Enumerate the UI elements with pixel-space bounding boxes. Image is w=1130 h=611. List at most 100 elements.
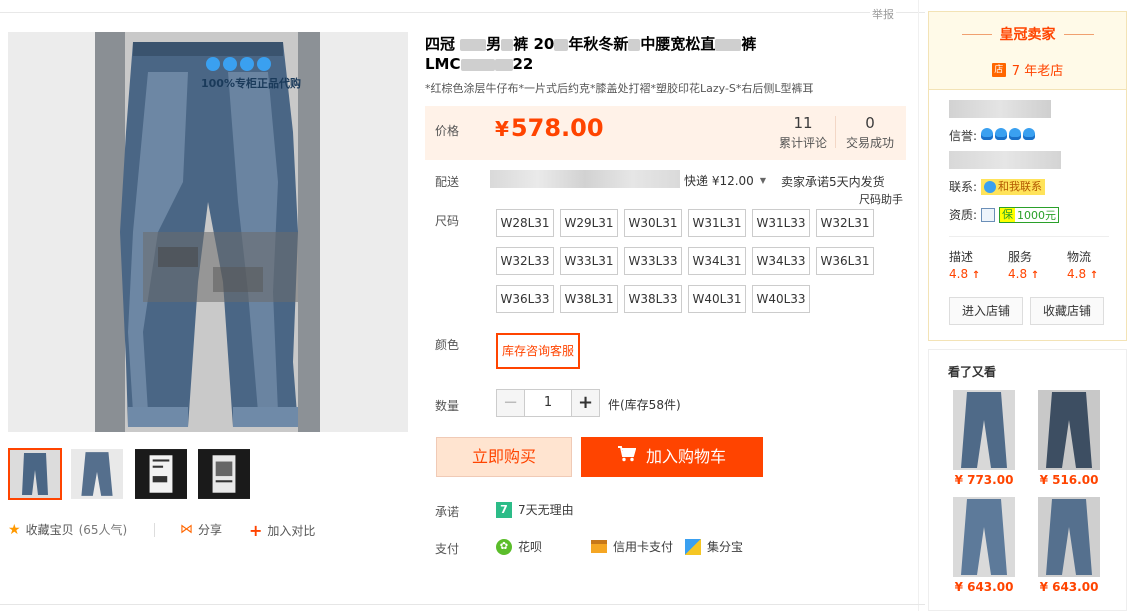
size-option-button[interactable]: W32L31 bbox=[816, 209, 874, 237]
payment-credit-card[interactable]: 信用卡支付 bbox=[591, 538, 673, 555]
license-icon[interactable] bbox=[981, 207, 996, 222]
size-option-button[interactable]: W29L31 bbox=[560, 209, 618, 237]
size-option-button[interactable]: W38L33 bbox=[624, 285, 682, 313]
deposit-icon: 保 bbox=[1000, 207, 1016, 222]
size-option-button[interactable]: W30L31 bbox=[624, 209, 682, 237]
stat-divider bbox=[835, 116, 836, 148]
color-label: 颜色 bbox=[435, 338, 460, 352]
credit-card-label: 信用卡支付 bbox=[613, 540, 674, 554]
report-link[interactable]: 举报 bbox=[870, 6, 896, 22]
seller-header: 皇冠卖家 店 7 年老店 bbox=[929, 12, 1126, 90]
size-option-button[interactable]: W34L33 bbox=[752, 247, 810, 275]
deposit-badge[interactable]: 保 1000元 bbox=[999, 206, 1060, 223]
size-option-button[interactable]: W33L33 bbox=[624, 247, 682, 275]
blurred-text bbox=[501, 38, 514, 51]
size-option-button[interactable]: W36L33 bbox=[496, 285, 554, 313]
main-product-image[interactable]: 100%专柜正品代购 bbox=[8, 32, 408, 432]
shop-icon: 店 bbox=[991, 62, 1006, 77]
service-number: 4.8 bbox=[1008, 267, 1028, 281]
crown-icon bbox=[981, 128, 1037, 143]
blurred-text bbox=[554, 38, 569, 51]
return-promise-text: 7天无理由 bbox=[518, 503, 574, 517]
desc-label: 描述 bbox=[949, 250, 974, 264]
thumbnail-3[interactable] bbox=[134, 448, 188, 500]
size-option-button[interactable]: W36L31 bbox=[816, 247, 874, 275]
also-viewed-title: 看了又看 bbox=[948, 365, 997, 379]
credit-row: 信誉: bbox=[949, 127, 1037, 144]
shipping-promise: 卖家承诺5天内发货 bbox=[781, 175, 885, 189]
title-part: 男 bbox=[486, 35, 502, 53]
sales-label: 交易成功 bbox=[846, 136, 895, 150]
contact-row: 联系: 和我联系 bbox=[949, 178, 1046, 195]
thumbnail-4[interactable] bbox=[197, 448, 251, 500]
recommend-item[interactable]: ¥ 643.00 bbox=[953, 497, 1015, 594]
recommend-item[interactable]: ¥ 516.00 bbox=[1038, 390, 1100, 487]
return-promise[interactable]: 7 7天无理由 bbox=[496, 501, 574, 518]
decor-line bbox=[1063, 33, 1094, 35]
up-arrow-icon: ↑ bbox=[1089, 270, 1099, 281]
recommend-item[interactable]: ¥ 773.00 bbox=[953, 390, 1015, 487]
title-part: 年秋冬新 bbox=[568, 35, 629, 53]
logistics-number: 4.8 bbox=[1067, 267, 1087, 281]
huabei-icon: ✿ bbox=[496, 538, 512, 555]
size-option-button[interactable]: W40L31 bbox=[688, 285, 746, 313]
sales-stat: 0 交易成功 bbox=[846, 114, 894, 151]
share-button[interactable]: ⋈ 分享 bbox=[180, 521, 222, 538]
quantity-input[interactable]: 1 bbox=[525, 390, 571, 416]
thumbnail-1[interactable] bbox=[8, 448, 62, 500]
blurred-text bbox=[460, 38, 487, 51]
recommend-image bbox=[1038, 390, 1100, 470]
add-to-cart-button[interactable]: 加入购物车 bbox=[581, 437, 763, 477]
blurred-shop-name bbox=[949, 100, 1051, 118]
quantity-decrease-button[interactable]: − bbox=[497, 390, 525, 416]
recommend-item[interactable]: ¥ 643.00 bbox=[1038, 497, 1100, 594]
favorite-label: 收藏宝贝 bbox=[25, 523, 74, 537]
title-part: 裤 20 bbox=[513, 35, 555, 53]
price-panel: 价格 ¥578.00 11 累计评论 0 交易成功 bbox=[425, 106, 906, 160]
shipping-method-select[interactable]: 快递 ¥12.00 ▼ bbox=[684, 172, 766, 189]
also-viewed-panel: 看了又看 ¥ 773.00 ¥ 516.00 ¥ 643.00 ¥ 643.00 bbox=[928, 349, 1127, 611]
quantity-increase-button[interactable]: + bbox=[571, 390, 599, 416]
caret-down-icon: ▼ bbox=[759, 176, 766, 185]
size-option-button[interactable]: W31L31 bbox=[688, 209, 746, 237]
title-part: 裤 bbox=[741, 35, 757, 53]
recommend-price: ¥ 773.00 bbox=[954, 473, 1014, 487]
size-option-button[interactable]: W38L31 bbox=[560, 285, 618, 313]
size-option-button[interactable]: W34L31 bbox=[688, 247, 746, 275]
compare-button[interactable]: + 加入对比 bbox=[249, 521, 315, 540]
action-divider bbox=[154, 523, 155, 537]
contact-seller-button[interactable]: 和我联系 bbox=[981, 178, 1046, 195]
deposit-amount: 1000元 bbox=[1017, 208, 1057, 222]
size-option-button[interactable]: W40L33 bbox=[752, 285, 810, 313]
size-option-button[interactable]: W33L31 bbox=[560, 247, 618, 275]
title-part: 中腰宽松直 bbox=[640, 35, 716, 53]
price-label: 价格 bbox=[435, 124, 460, 138]
favorite-item-button[interactable]: ★ 收藏宝贝 (65人气) bbox=[8, 521, 127, 538]
size-option-button[interactable]: W32L33 bbox=[496, 247, 554, 275]
shipping-method: 快递 ¥12.00 bbox=[684, 174, 754, 188]
thumbnail-2[interactable] bbox=[70, 448, 124, 500]
bottom-divider bbox=[0, 604, 925, 605]
size-option-button[interactable]: W28L31 bbox=[496, 209, 554, 237]
blurred-address bbox=[490, 170, 680, 188]
review-stat[interactable]: 11 累计评论 bbox=[779, 114, 827, 151]
price-amount: 578.00 bbox=[510, 114, 604, 142]
logistics-value: 4.8 ↑ bbox=[1067, 267, 1098, 281]
logistics-label: 物流 bbox=[1067, 250, 1092, 264]
color-option-button[interactable]: 库存咨询客服 bbox=[496, 333, 581, 369]
up-arrow-icon: ↑ bbox=[1030, 270, 1040, 281]
huabei-label: 花呗 bbox=[518, 540, 543, 554]
recommend-image bbox=[1038, 497, 1100, 577]
size-helper-link[interactable]: 尺码助手 bbox=[859, 191, 903, 207]
payment-huabei[interactable]: ✿ 花呗 bbox=[496, 538, 542, 555]
favorite-count: (65人气) bbox=[78, 523, 128, 537]
size-option-button[interactable]: W31L33 bbox=[752, 209, 810, 237]
title-part: LMC bbox=[425, 55, 461, 73]
favorite-shop-button[interactable]: 收藏店铺 bbox=[1030, 297, 1104, 325]
payment-jifenbao[interactable]: 集分宝 bbox=[685, 538, 743, 555]
image-watermark: 100%专柜正品代购 bbox=[201, 77, 301, 90]
decor-line bbox=[961, 33, 992, 35]
buy-now-button[interactable]: 立即购买 bbox=[436, 437, 572, 477]
enter-shop-button[interactable]: 进入店铺 bbox=[949, 297, 1023, 325]
desc-score: 描述 4.8 ↑ bbox=[949, 248, 980, 281]
